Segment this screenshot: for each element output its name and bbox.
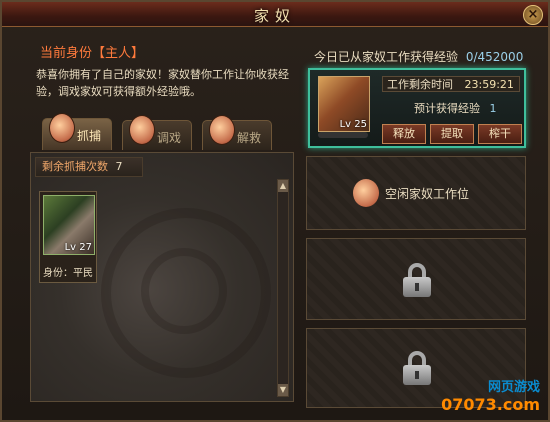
watermark-line1: 网页游戏: [487, 380, 540, 395]
extract-button[interactable]: 提取: [430, 124, 474, 144]
tab-rescue[interactable]: 解救: [202, 115, 272, 150]
tab-bar: 抓捕 调戏 解救: [32, 113, 292, 150]
open-hand-icon: [209, 115, 235, 145]
slave-level: Lv 27: [64, 242, 92, 253]
tab-catch[interactable]: 抓捕: [42, 113, 112, 150]
slave-list-panel: 剩余抓捕次数 7 Lv 27 身份：平民 ▲ ▼: [30, 152, 294, 402]
today-exp-value: 0/452000: [465, 50, 524, 64]
worker-progress-bar: [318, 132, 368, 138]
worker-avatar[interactable]: Lv 25: [318, 76, 370, 132]
release-button[interactable]: 释放: [382, 124, 426, 144]
window-title: 家奴: [253, 7, 296, 25]
today-exp: 今日已从家奴工作获得经验 0/452000: [314, 48, 523, 65]
fist-icon: [353, 179, 379, 207]
slave-identity: 身份：平民: [43, 268, 93, 279]
lock-icon: [403, 351, 431, 385]
work-time-value: 23:59:21: [464, 78, 514, 91]
slave-avatar[interactable]: Lv 27: [43, 195, 95, 255]
predicted-exp: 预计获得经验 1: [414, 100, 497, 116]
tab-tease[interactable]: 调戏: [122, 115, 192, 150]
tab-catch-label: 抓捕: [77, 129, 102, 143]
worker-level: Lv 25: [339, 119, 367, 130]
scrollbar[interactable]: ▲ ▼: [277, 179, 289, 397]
intro-text: 恭喜你拥有了自己的家奴！家奴替你工作让你收获经验，调戏家奴可获得额外经验哦。: [36, 68, 289, 98]
current-identity: 当前身份【主人】: [40, 46, 145, 61]
watermark: 网页游戏 07073.com: [441, 376, 540, 414]
lock-icon: [403, 263, 431, 297]
work-time-label: 工作剩余时间: [387, 78, 453, 91]
work-slot-empty[interactable]: 空闲家奴工作位: [306, 156, 526, 230]
hand-icon: [129, 115, 155, 145]
predicted-exp-label: 预计获得经验: [414, 102, 480, 115]
tab-rescue-label: 解救: [237, 131, 262, 145]
close-button[interactable]: ×: [523, 5, 543, 25]
fist-icon: [49, 113, 75, 143]
watermark-line2: 07073.com: [441, 395, 540, 414]
catch-remaining-value: 7: [115, 160, 123, 173]
slave-window: 家奴 × 当前身份【主人】 恭喜你拥有了自己的家奴！家奴替你工作让你收获经验，调…: [0, 0, 550, 422]
scroll-up-button[interactable]: ▲: [278, 180, 288, 192]
scroll-down-button[interactable]: ▼: [278, 384, 288, 396]
squeeze-button[interactable]: 榨干: [478, 124, 522, 144]
empty-slot-label: 空闲家奴工作位: [385, 187, 470, 201]
tab-tease-label: 调戏: [157, 131, 182, 145]
slave-card[interactable]: Lv 27 身份：平民: [39, 191, 97, 283]
catch-remaining: 剩余抓捕次数 7: [35, 157, 143, 177]
today-exp-label: 今日已从家奴工作获得经验: [314, 50, 459, 64]
catch-remaining-label: 剩余抓捕次数: [42, 160, 108, 173]
cloud-pattern-inner: [141, 248, 227, 334]
work-slot-locked-1: [306, 238, 526, 320]
predicted-exp-value: 1: [489, 102, 497, 115]
title-bar: 家奴 ×: [2, 2, 548, 27]
work-time-remaining: 工作剩余时间 23:59:21: [382, 76, 520, 92]
work-slot-active: Lv 25 工作剩余时间 23:59:21 预计获得经验 1 释放 提取 榨干: [308, 68, 526, 148]
